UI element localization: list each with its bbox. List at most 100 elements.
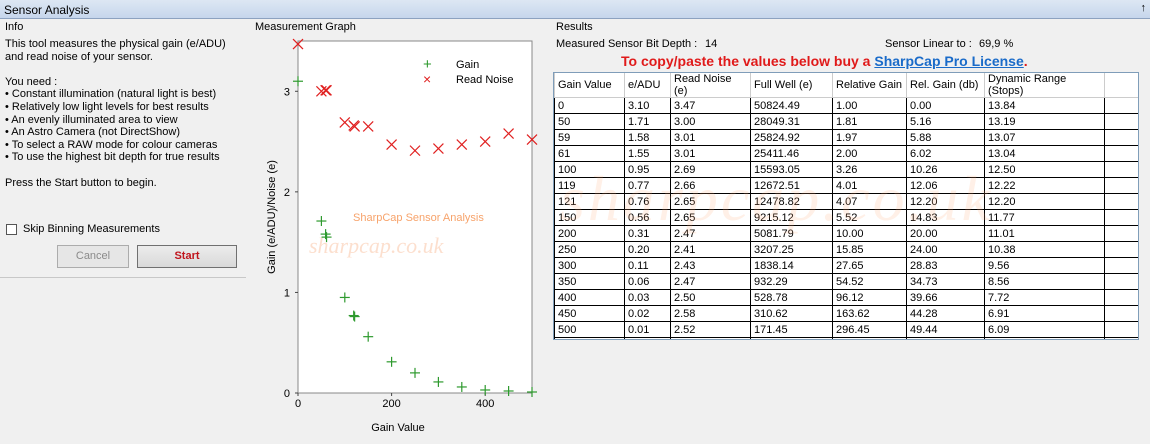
table-cell[interactable] <box>670 337 751 339</box>
column-header[interactable]: Rel. Gain (db) <box>906 73 985 98</box>
table-cell[interactable]: 14.83 <box>906 209 985 226</box>
table-cell[interactable]: 7.72 <box>984 289 1105 306</box>
table-row[interactable]: 200 0.31 2.47 5081.79 10.00 20.00 11.01 <box>554 225 1138 242</box>
table-cell[interactable]: 300 <box>554 257 625 274</box>
table-cell[interactable]: 2.50 <box>670 289 751 306</box>
table-cell[interactable]: 121 <box>554 193 625 210</box>
table-cell[interactable]: 4.07 <box>832 193 907 210</box>
table-cell[interactable]: 200 <box>554 225 625 242</box>
table-row[interactable]: 121 0.76 2.65 12478.82 4.07 12.20 12.20 <box>554 193 1138 210</box>
table-cell[interactable]: 250 <box>554 241 625 258</box>
table-row[interactable] <box>554 337 1138 339</box>
table-cell[interactable]: 2.00 <box>832 145 907 162</box>
column-header[interactable]: e/ADU <box>624 73 671 98</box>
table-cell[interactable]: 44.28 <box>906 305 985 322</box>
pin-icon[interactable]: ↑ <box>1141 2 1147 14</box>
table-cell[interactable]: 2.65 <box>670 193 751 210</box>
table-cell[interactable]: 1.55 <box>624 145 671 162</box>
results-grid[interactable]: Gain Value e/ADU Read Noise (e) Full Well (… <box>553 72 1139 340</box>
table-cell[interactable]: 2.58 <box>670 305 751 322</box>
table-cell[interactable]: 450 <box>554 305 625 322</box>
table-cell[interactable]: 39.66 <box>906 289 985 306</box>
table-cell[interactable]: 5081.79 <box>750 225 833 242</box>
table-row[interactable]: 50 1.71 3.00 28049.31 1.81 5.16 13.19 <box>554 113 1138 130</box>
table-cell[interactable]: 0.03 <box>624 289 671 306</box>
table-cell[interactable] <box>984 337 1105 339</box>
table-cell[interactable]: 0.06 <box>624 273 671 290</box>
column-header[interactable]: Read Noise (e) <box>670 73 751 98</box>
table-cell[interactable]: 2.47 <box>670 273 751 290</box>
table-row[interactable]: 150 0.56 2.65 9215.12 5.52 14.83 11.77 <box>554 209 1138 226</box>
table-cell[interactable]: 3.00 <box>670 113 751 130</box>
table-cell[interactable]: 9.56 <box>984 257 1105 274</box>
table-cell[interactable]: 3207.25 <box>750 241 833 258</box>
table-cell[interactable]: 27.65 <box>832 257 907 274</box>
table-cell[interactable]: 12.22 <box>984 177 1105 194</box>
table-cell[interactable]: 61 <box>554 145 625 162</box>
table-cell[interactable]: 5.16 <box>906 113 985 130</box>
table-cell[interactable]: 24.00 <box>906 241 985 258</box>
table-cell[interactable]: 10.38 <box>984 241 1105 258</box>
table-cell[interactable]: 15.85 <box>832 241 907 258</box>
table-cell[interactable] <box>750 337 833 339</box>
table-cell[interactable]: 3.47 <box>670 97 751 114</box>
column-header[interactable]: Gain Value <box>554 73 625 98</box>
table-row[interactable]: 61 1.55 3.01 25411.46 2.00 6.02 13.04 <box>554 145 1138 162</box>
table-cell[interactable]: 13.19 <box>984 113 1105 130</box>
table-cell[interactable]: 0.95 <box>624 161 671 178</box>
skip-binning-option[interactable]: Skip Binning Measurements <box>6 223 160 235</box>
table-cell[interactable]: 12.06 <box>906 177 985 194</box>
table-cell[interactable]: 28049.31 <box>750 113 833 130</box>
table-cell[interactable]: 11.77 <box>984 209 1105 226</box>
table-cell[interactable]: 0.56 <box>624 209 671 226</box>
table-cell[interactable]: 0.76 <box>624 193 671 210</box>
column-header[interactable]: Dynamic Range (Stops) <box>984 73 1105 98</box>
table-cell[interactable]: 296.45 <box>832 321 907 338</box>
table-cell[interactable]: 2.69 <box>670 161 751 178</box>
table-cell[interactable] <box>624 337 671 339</box>
table-cell[interactable]: 2.43 <box>670 257 751 274</box>
table-row[interactable]: 500 0.01 2.52 171.45 296.45 49.44 6.09 <box>554 321 1138 338</box>
table-cell[interactable]: 54.52 <box>832 273 907 290</box>
table-cell[interactable]: 4.01 <box>832 177 907 194</box>
skip-binning-checkbox[interactable] <box>6 223 17 235</box>
table-row[interactable]: 59 1.58 3.01 25824.92 1.97 5.88 13.07 <box>554 129 1138 146</box>
table-cell[interactable]: 28.83 <box>906 257 985 274</box>
table-cell[interactable]: 310.62 <box>750 305 833 322</box>
table-cell[interactable]: 12.20 <box>984 193 1105 210</box>
table-cell[interactable]: 6.02 <box>906 145 985 162</box>
table-row[interactable]: 450 0.02 2.58 310.62 163.62 44.28 6.91 <box>554 305 1138 322</box>
table-cell[interactable]: 2.65 <box>670 209 751 226</box>
table-cell[interactable]: 10.00 <box>832 225 907 242</box>
table-row[interactable]: 119 0.77 2.66 12672.51 4.01 12.06 12.22 <box>554 177 1138 194</box>
table-row[interactable]: 100 0.95 2.69 15593.05 3.26 10.26 12.50 <box>554 161 1138 178</box>
table-cell[interactable]: 12.50 <box>984 161 1105 178</box>
table-cell[interactable]: 0.00 <box>906 97 985 114</box>
table-cell[interactable]: 2.52 <box>670 321 751 338</box>
table-cell[interactable]: 1.97 <box>832 129 907 146</box>
table-cell[interactable]: 528.78 <box>750 289 833 306</box>
table-cell[interactable]: 0.02 <box>624 305 671 322</box>
table-cell[interactable]: 96.12 <box>832 289 907 306</box>
table-cell[interactable]: 500 <box>554 321 625 338</box>
table-cell[interactable]: 12478.82 <box>750 193 833 210</box>
table-cell[interactable]: 932.29 <box>750 273 833 290</box>
table-row[interactable]: 350 0.06 2.47 932.29 54.52 34.73 8.56 <box>554 273 1138 290</box>
table-cell[interactable]: 49.44 <box>906 321 985 338</box>
table-cell[interactable]: 1.00 <box>832 97 907 114</box>
table-cell[interactable]: 119 <box>554 177 625 194</box>
table-cell[interactable]: 50824.49 <box>750 97 833 114</box>
table-cell[interactable]: 1.81 <box>832 113 907 130</box>
table-cell[interactable]: 50 <box>554 113 625 130</box>
table-cell[interactable]: 0.11 <box>624 257 671 274</box>
column-header[interactable]: Relative Gain <box>832 73 907 98</box>
table-cell[interactable]: 163.62 <box>832 305 907 322</box>
pro-license-link[interactable]: SharpCap Pro License <box>874 53 1023 69</box>
table-cell[interactable]: 1.71 <box>624 113 671 130</box>
table-cell[interactable]: 5.88 <box>906 129 985 146</box>
table-cell[interactable]: 6.09 <box>984 321 1105 338</box>
table-cell[interactable]: 5.52 <box>832 209 907 226</box>
table-cell[interactable]: 25411.46 <box>750 145 833 162</box>
table-cell[interactable]: 13.07 <box>984 129 1105 146</box>
table-cell[interactable]: 13.04 <box>984 145 1105 162</box>
